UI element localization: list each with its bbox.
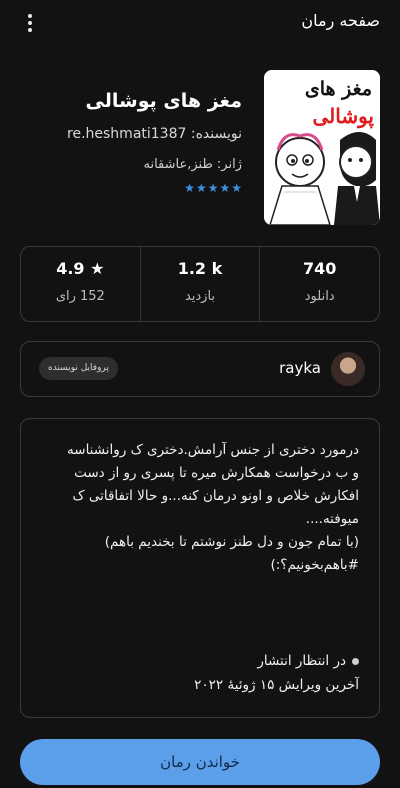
- publish-status-text: در انتظار انتشار: [257, 653, 346, 669]
- author-card[interactable]: rayka پروفایل نویسنده: [20, 341, 380, 397]
- rating-value: 4.9 ★: [56, 259, 105, 278]
- star-icon: ★: [219, 181, 231, 195]
- more-vertical-icon[interactable]: [20, 12, 40, 34]
- top-bar: صفحه رمان: [0, 0, 400, 46]
- status-dot-icon: [352, 657, 359, 665]
- rating-votes: 152 رای: [55, 289, 105, 304]
- views-label: بازدید: [184, 289, 216, 304]
- author-profile-button[interactable]: پروفایل نویسنده: [39, 357, 118, 380]
- views-value: 1.2 k: [177, 259, 223, 278]
- book-cover[interactable]: مغز های پوشالی: [264, 70, 380, 225]
- downloads-value: 740: [302, 259, 337, 278]
- stats-card: 4.9 ★ 152 رای 1.2 k بازدید 740 دانلود: [20, 246, 380, 322]
- avatar[interactable]: [331, 352, 365, 386]
- read-novel-button[interactable]: خواندن رمان: [20, 739, 380, 785]
- star-icon: ★: [207, 181, 219, 195]
- publish-status: در انتظار انتشار: [257, 653, 359, 669]
- stat-downloads: 740 دانلود: [259, 247, 379, 321]
- downloads-label: دانلود: [304, 289, 335, 304]
- last-updated: آخرین ویرایش ۱۵ ژوئیهٔ ۲۰۲۲: [194, 677, 359, 693]
- description-card: درمورد دختری از جنس آرامش.دختری ک روانشن…: [20, 418, 380, 718]
- rating-stars: ★ ★ ★ ★ ★: [184, 181, 242, 195]
- star-icon: ★: [184, 181, 195, 195]
- cover-title-line2: پوشالی: [312, 104, 374, 128]
- stat-rating: 4.9 ★ 152 رای: [21, 247, 140, 321]
- description-text: درمورد دختری از جنس آرامش.دختری ک روانشن…: [67, 442, 359, 573]
- stat-views: 1.2 k بازدید: [139, 247, 260, 321]
- book-genre: ژانر: طنز,عاشقانه: [143, 157, 242, 172]
- book-author: نویسنده: re.heshmati1387: [67, 126, 242, 142]
- book-title: مغز های پوشالی: [85, 90, 242, 112]
- cover-title-line1: مغز های: [304, 78, 372, 100]
- star-icon: ★: [195, 181, 207, 195]
- author-name[interactable]: rayka: [279, 359, 321, 377]
- page-title: صفحه رمان: [301, 11, 380, 30]
- star-icon: ★: [231, 181, 242, 195]
